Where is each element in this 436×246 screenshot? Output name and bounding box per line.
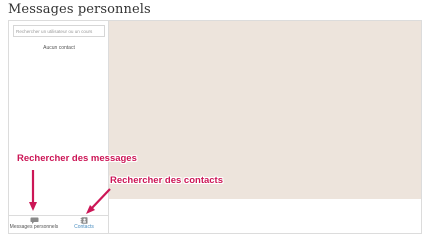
messaging-panel: Aucun contact Messages personnels — [8, 20, 422, 234]
annotation-search-contacts: Rechercher des contacts — [110, 175, 223, 186]
nav-messages-button[interactable]: Messages personnels — [9, 217, 59, 233]
nav-contacts-button[interactable]: Contacts — [59, 217, 109, 233]
no-contacts-text: Aucun contact — [43, 45, 75, 51]
annotation-search-messages: Rechercher des messages — [17, 153, 137, 164]
contacts-sidebar: Aucun contact Messages personnels — [9, 21, 109, 233]
sidebar-footer-nav: Messages personnels Contacts — [9, 215, 109, 233]
nav-contacts-label: Contacts — [74, 224, 94, 230]
nav-messages-label: Messages personnels — [9, 224, 59, 230]
address-book-icon — [80, 217, 87, 224]
page-title: Messages personnels — [8, 2, 151, 17]
speech-bubble-icon — [30, 217, 38, 224]
search-users-courses-input[interactable] — [13, 25, 105, 37]
conversation-area — [109, 21, 421, 199]
